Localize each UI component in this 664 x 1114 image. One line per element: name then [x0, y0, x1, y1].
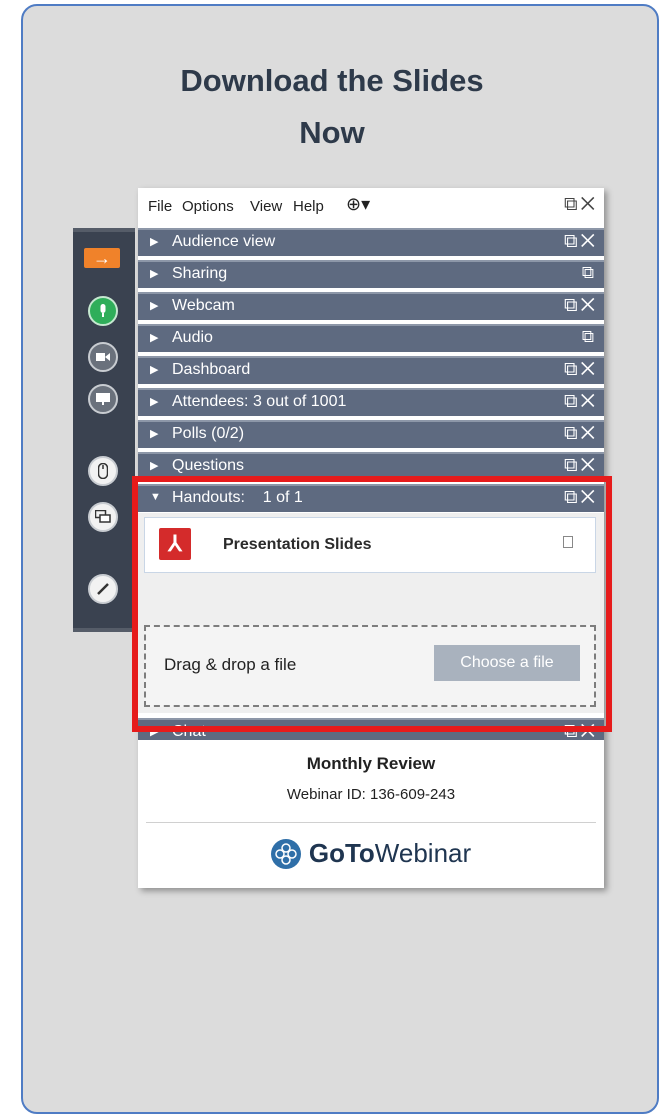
- panel-audience-view[interactable]: ▶ Audience view ⧉✕: [138, 228, 604, 256]
- panel-controls[interactable]: ⧉✕: [564, 391, 598, 413]
- divider: [146, 822, 596, 823]
- camera-icon: [88, 342, 118, 372]
- menu-bar: File Options View Help ⊕▾ ⧉✕: [138, 188, 604, 226]
- expand-triangle-icon: ▶: [150, 364, 159, 376]
- expand-triangle-icon: ▶: [150, 396, 159, 408]
- panel-controls[interactable]: ⧉✕: [564, 455, 598, 477]
- window-controls[interactable]: ⧉✕: [564, 194, 598, 216]
- screens-icon: [88, 502, 118, 532]
- panel-label: Dashboard: [172, 361, 251, 378]
- mouse-control-button[interactable]: [83, 454, 123, 488]
- flower-logo-icon: [270, 838, 301, 869]
- menu-options[interactable]: Options: [182, 198, 234, 215]
- panel-controls[interactable]: ⧉✕: [564, 423, 598, 445]
- screen-share-button[interactable]: [83, 382, 123, 416]
- expand-triangle-icon: ▶: [150, 236, 159, 248]
- menu-view[interactable]: View: [250, 198, 282, 215]
- webinar-id: Webinar ID: 136-609-243: [286, 786, 456, 803]
- microphone-icon: [88, 296, 118, 326]
- expand-triangle-icon: ▶: [150, 460, 159, 472]
- panel-label: Audience view: [172, 233, 276, 250]
- panel-audio[interactable]: ▶ Audio ⧉: [138, 324, 604, 352]
- panel-polls[interactable]: ▶ Polls (0/2) ⧉✕: [138, 420, 604, 448]
- brand-rest: Webinar: [374, 838, 472, 868]
- page-title-line2: Now: [299, 115, 365, 150]
- brand-logo: GoToWebinar: [138, 838, 604, 869]
- meeting-title: Monthly Review: [306, 754, 436, 773]
- panel-label: Sharing: [172, 265, 228, 282]
- mic-button[interactable]: [83, 294, 123, 328]
- panel-label: Webcam: [172, 297, 235, 314]
- brand-text: GoToWebinar: [309, 838, 471, 869]
- pen-icon: [88, 574, 118, 604]
- handouts-highlight-box: [132, 476, 612, 732]
- language-globe-icon[interactable]: ⊕▾: [346, 194, 370, 215]
- control-toolbar: →: [73, 228, 135, 632]
- expand-triangle-icon: ▶: [150, 428, 159, 440]
- expand-triangle-icon: ▶: [150, 300, 159, 312]
- webcam-button[interactable]: [83, 340, 123, 374]
- collapse-arrow-icon[interactable]: →: [84, 248, 120, 268]
- panel-controls[interactable]: ⧉✕: [564, 231, 598, 253]
- panel-attendees[interactable]: ▶ Attendees: 3 out of 1001 ⧉✕: [138, 388, 604, 416]
- session-footer: Monthly Review Webinar ID: 136-609-243 G…: [138, 740, 604, 888]
- page-title-line1: Download the Slides: [180, 63, 484, 98]
- menu-help[interactable]: Help: [293, 198, 324, 215]
- monitor-icon: [88, 384, 118, 414]
- mouse-icon: [88, 456, 118, 486]
- panel-label: Questions: [172, 457, 245, 474]
- panel-controls[interactable]: ⧉✕: [564, 359, 598, 381]
- panel-label: Polls (0/2): [172, 425, 245, 442]
- screen-switch-button[interactable]: [83, 500, 123, 534]
- drawing-button[interactable]: [83, 572, 123, 606]
- panel-webcam[interactable]: ▶ Webcam ⧉✕: [138, 292, 604, 320]
- brand-bold: GoTo: [308, 838, 375, 868]
- panel-dashboard[interactable]: ▶ Dashboard ⧉✕: [138, 356, 604, 384]
- panel-label: Audio: [172, 329, 213, 346]
- menu-file[interactable]: File: [148, 198, 172, 215]
- expand-triangle-icon: ▶: [150, 268, 159, 280]
- expand-triangle-icon: ▶: [150, 332, 159, 344]
- panel-label: Attendees: 3 out of 1001: [172, 393, 347, 410]
- panel-sharing[interactable]: ▶ Sharing ⧉: [138, 260, 604, 288]
- popout-icon[interactable]: ⧉: [582, 263, 594, 283]
- popout-icon[interactable]: ⧉: [582, 327, 594, 347]
- panel-controls[interactable]: ⧉✕: [564, 295, 598, 317]
